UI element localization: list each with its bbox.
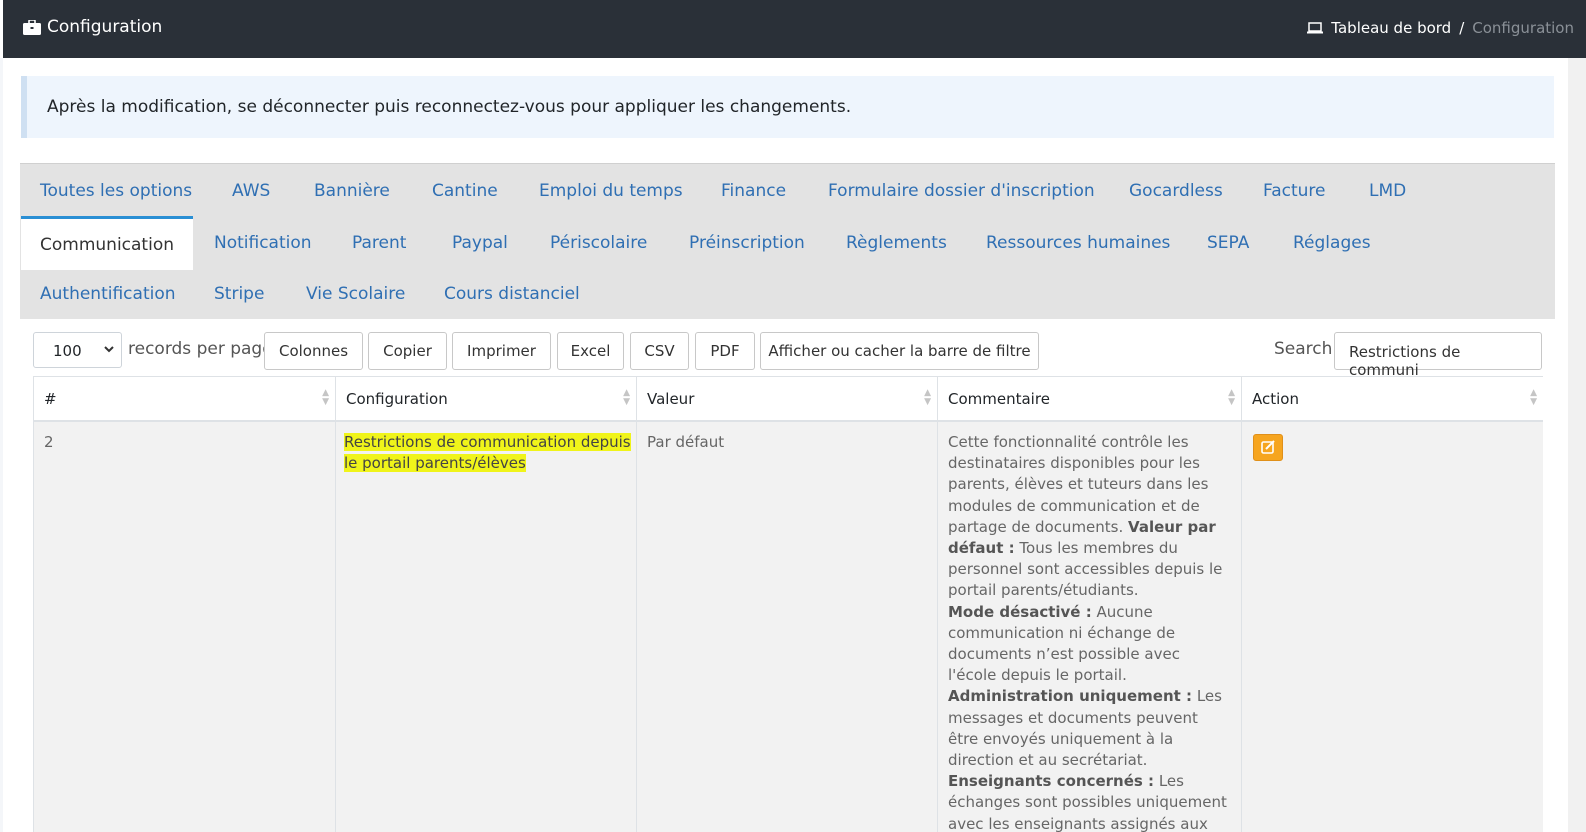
tab-sepa[interactable]: SEPA [1207,233,1249,253]
config-tabs: Toutes les options AWS Bannière Cantine … [20,163,1555,319]
tab-finance[interactable]: Finance [721,181,786,201]
breadcrumb: Tableau de bord / Configuration [1307,19,1574,37]
edit-icon [1261,440,1275,454]
config-table: # ▲ ▼ Configuration ▲ ▼ Valeur ▲ ▼ Commenta… [33,376,1543,832]
tab-reglements[interactable]: Règlements [846,233,947,253]
cell-action [1242,422,1543,832]
column-header-id-label: # [44,390,57,408]
page-size-value: 100 [53,342,82,360]
column-header-configuration[interactable]: Configuration ▲ ▼ [336,377,637,421]
column-header-action[interactable]: Action ▲ ▼ [1242,377,1543,421]
tab-parent[interactable]: Parent [352,233,406,253]
comment-label-teachers: Enseignants concernés : [948,772,1155,791]
sort-icon: ▲ ▼ [623,388,630,407]
comment-label-disabled: Mode désactivé : [948,602,1092,621]
tab-banniere[interactable]: Bannière [314,181,390,201]
tab-facture[interactable]: Facture [1263,181,1326,201]
tab-reglages[interactable]: Réglages [1293,233,1371,253]
column-header-commentaire-label: Commentaire [948,390,1050,408]
copier-button[interactable]: Copier [368,332,447,370]
cell-id: 2 [34,422,336,832]
tab-periscolaire[interactable]: Périscolaire [550,233,647,253]
tab-vie-scolaire[interactable]: Vie Scolaire [306,284,405,304]
edit-button[interactable] [1253,434,1283,461]
tab-formulaire-dossier[interactable]: Formulaire dossier d'inscription [828,181,1095,201]
tab-cantine[interactable]: Cantine [432,181,498,201]
tab-preinscription[interactable]: Préinscription [689,233,805,253]
tab-gocardless[interactable]: Gocardless [1129,181,1223,201]
breadcrumb-home-link[interactable]: Tableau de bord [1331,19,1451,37]
tab-toutes-les-options[interactable]: Toutes les options [40,181,192,201]
tab-ressources-humaines[interactable]: Ressources humaines [986,233,1170,253]
tab-lmd[interactable]: LMD [1369,181,1406,201]
toggle-filter-bar-button[interactable]: Afficher ou cacher la barre de filtre [760,332,1039,370]
cell-configuration: Restrictions de communication depuis le … [336,422,637,832]
column-header-action-label: Action [1252,390,1299,408]
main-content: Après la modification, se déconnecter pu… [3,58,1568,832]
breadcrumb-current: Configuration [1472,19,1574,37]
tab-stripe[interactable]: Stripe [214,284,264,304]
comment-label-admin: Administration uniquement : [948,687,1193,706]
chevron-down-icon [104,346,114,353]
tab-paypal[interactable]: Paypal [452,233,508,253]
top-bar: Configuration Tableau de bord / Configur… [0,0,1586,58]
colonnes-button[interactable]: Colonnes [264,332,363,370]
info-alert-text: Après la modification, se déconnecter pu… [47,97,852,117]
info-alert: Après la modification, se déconnecter pu… [21,76,1554,138]
page-size-select[interactable]: 100 [33,332,122,368]
csv-button[interactable]: CSV [630,332,689,370]
briefcase-icon [23,19,41,35]
sort-icon: ▲ ▼ [1228,388,1235,407]
search-label: Search: [1274,339,1339,359]
column-header-commentaire[interactable]: Commentaire ▲ ▼ [938,377,1242,421]
highlighted-configuration-text: Restrictions de communication depuis le … [344,433,631,473]
cell-commentaire: Cette fonctionnalité contrôle les destin… [938,422,1242,832]
page-title: Configuration [23,17,162,37]
table-row: 2 Restrictions de communication depuis l… [34,422,1543,832]
cell-valeur: Par défaut [637,422,938,832]
search-input[interactable]: Restrictions de communi [1334,332,1542,379]
excel-button[interactable]: Excel [557,332,624,370]
page-title-text: Configuration [47,17,163,37]
page-scrollbar[interactable] [1568,58,1586,832]
tab-aws[interactable]: AWS [232,181,270,201]
records-per-page-label: records per page [128,339,273,359]
sort-icon: ▲ ▼ [924,388,931,407]
sort-icon: ▲ ▼ [1530,388,1537,407]
table-header: # ▲ ▼ Configuration ▲ ▼ Valeur ▲ ▼ Commenta… [34,376,1543,422]
sort-icon: ▲ ▼ [322,388,329,407]
tab-communication[interactable]: Communication [21,216,193,270]
column-header-valeur[interactable]: Valeur ▲ ▼ [637,377,938,421]
tab-authentification[interactable]: Authentification [40,284,176,304]
imprimer-button[interactable]: Imprimer [452,332,551,370]
tab-notification[interactable]: Notification [214,233,312,253]
tab-emploi-du-temps[interactable]: Emploi du temps [539,181,683,201]
tab-cours-distanciel[interactable]: Cours distanciel [444,284,580,304]
laptop-icon [1307,22,1324,34]
pdf-button[interactable]: PDF [695,332,755,370]
column-header-id[interactable]: # ▲ ▼ [34,377,336,421]
breadcrumb-separator: / [1459,19,1465,37]
column-header-valeur-label: Valeur [647,390,695,408]
column-header-configuration-label: Configuration [346,390,448,408]
